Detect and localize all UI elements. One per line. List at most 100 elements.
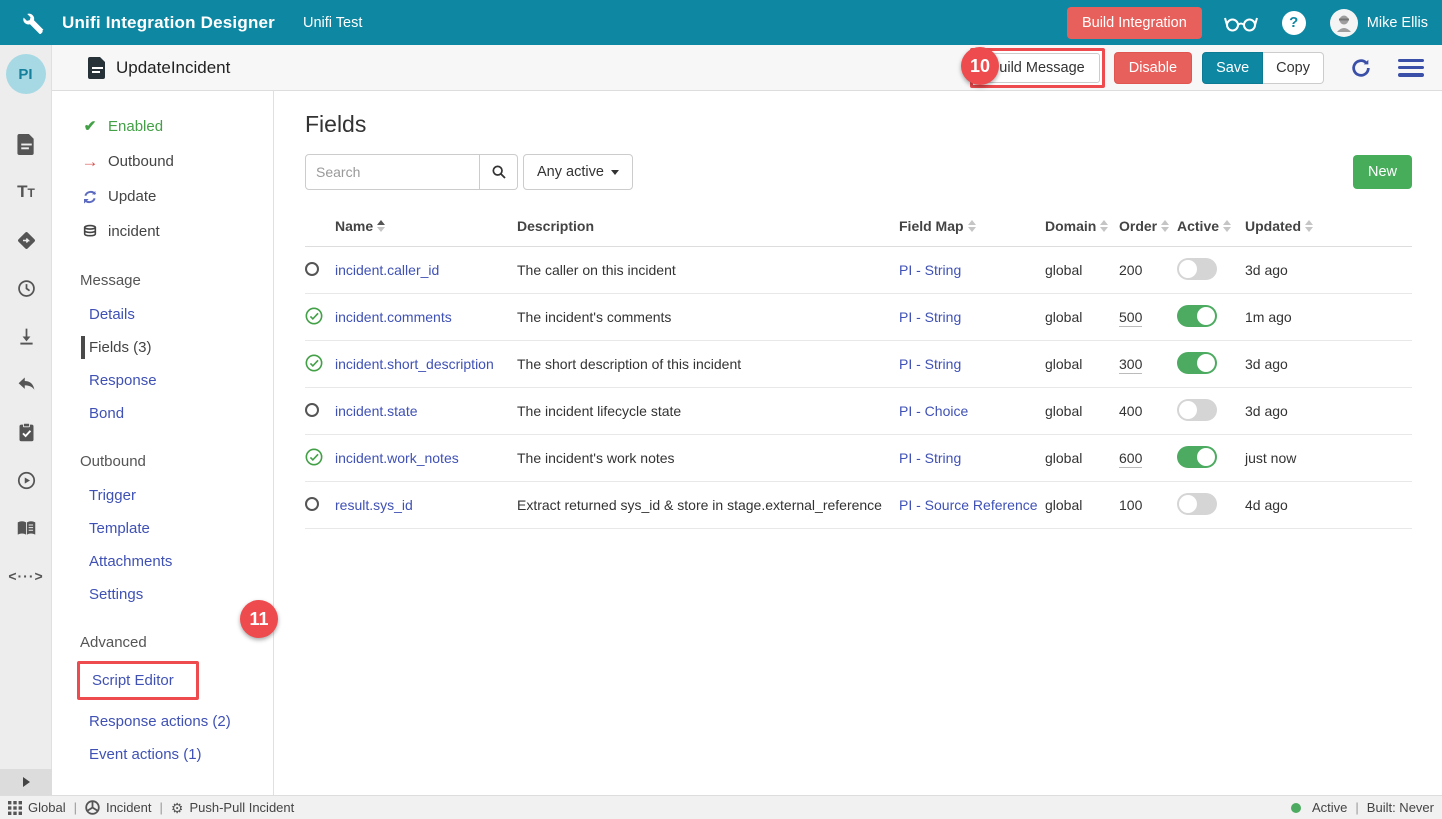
play-circle-icon[interactable] [0, 456, 52, 504]
column-header-description[interactable]: Description [517, 206, 899, 247]
sidebar-item-fields[interactable]: Fields (3) [52, 332, 273, 363]
field-name-link[interactable]: incident.short_description [335, 356, 494, 372]
field-updated: 3d ago [1245, 341, 1412, 388]
active-toggle[interactable] [1177, 399, 1217, 421]
field-order[interactable]: 200 [1119, 262, 1142, 278]
field-description: The incident lifecycle state [517, 388, 899, 435]
sidebar-item-response[interactable]: Response [52, 365, 273, 396]
field-name-link[interactable]: incident.caller_id [335, 262, 439, 278]
column-header-field-map[interactable]: Field Map [899, 206, 1045, 247]
sidebar-item-attachments[interactable]: Attachments [52, 546, 273, 577]
page-title: UpdateIncident [116, 58, 230, 78]
field-updated: 3d ago [1245, 247, 1412, 294]
field-updated: 3d ago [1245, 388, 1412, 435]
field-map-link[interactable]: PI - String [899, 262, 961, 278]
history-clock-icon[interactable] [0, 264, 52, 312]
sidebar-item-event-actions[interactable]: Event actions (1) [52, 739, 273, 770]
field-name-link[interactable]: incident.work_notes [335, 450, 459, 466]
instance-name[interactable]: Unifi Test [303, 15, 362, 31]
sidebar-expand-button[interactable] [0, 769, 52, 795]
refresh-icon[interactable] [1350, 57, 1372, 79]
operation-label: Update [108, 188, 156, 205]
integration-header: UpdateIncident Build Message Disable Sav… [0, 45, 1442, 91]
search-button[interactable] [480, 154, 518, 190]
code-icon[interactable]: <···> [0, 552, 52, 600]
user-name[interactable]: Mike Ellis [1367, 15, 1428, 31]
sidebar-item-script-editor[interactable]: Script Editor [80, 665, 196, 696]
statusbar-process[interactable]: Incident [85, 800, 152, 815]
integration-avatar[interactable]: PI [6, 54, 46, 94]
database-icon [80, 224, 100, 240]
table-row: result.sys_id Extract returned sys_id & … [305, 482, 1412, 529]
field-order[interactable]: 500 [1119, 309, 1142, 327]
field-order[interactable]: 400 [1119, 403, 1142, 419]
column-header-name[interactable]: Name [335, 206, 517, 247]
active-toggle[interactable] [1177, 493, 1217, 515]
active-filter-dropdown[interactable]: Any active [523, 154, 633, 190]
user-avatar[interactable] [1330, 9, 1358, 37]
field-name-link[interactable]: result.sys_id [335, 497, 413, 513]
field-order[interactable]: 100 [1119, 497, 1142, 513]
field-description: The caller on this incident [517, 247, 899, 294]
field-domain: global [1045, 388, 1119, 435]
statusbar-scope[interactable]: Global [8, 800, 66, 815]
save-button[interactable]: Save [1202, 52, 1263, 84]
reply-icon[interactable] [0, 360, 52, 408]
book-icon[interactable] [0, 504, 52, 552]
table-row: incident.comments The incident's comment… [305, 294, 1412, 341]
table-row: incident.short_description The short des… [305, 341, 1412, 388]
column-header-domain[interactable]: Domain [1045, 206, 1119, 247]
sidebar-item-table: incident [52, 215, 273, 248]
enabled-label: Enabled [108, 118, 163, 135]
build-integration-button[interactable]: Build Integration [1067, 7, 1202, 39]
field-order[interactable]: 300 [1119, 356, 1142, 374]
sidebar-item-bond[interactable]: Bond [52, 398, 273, 429]
unchecked-circle-icon [305, 403, 319, 417]
grid-icon [8, 801, 22, 815]
field-name-link[interactable]: incident.state [335, 403, 418, 419]
active-toggle[interactable] [1177, 258, 1217, 280]
document-icon[interactable] [0, 120, 52, 168]
clipboard-check-icon[interactable] [0, 408, 52, 456]
column-header-updated[interactable]: Updated [1245, 206, 1412, 247]
field-map-link[interactable]: PI - Source Reference [899, 497, 1038, 513]
sidebar-item-response-actions[interactable]: Response actions (2) [52, 706, 273, 737]
statusbar-integration[interactable]: ⚙ Push-Pull Incident [171, 800, 294, 815]
sidebar-item-direction: → Outbound [52, 145, 273, 178]
sidebar-item-details[interactable]: Details [52, 299, 273, 330]
active-toggle[interactable] [1177, 446, 1217, 468]
main-content: Fields Any active New Name Description [274, 91, 1442, 795]
field-description: The incident's comments [517, 294, 899, 341]
help-icon[interactable]: ? [1282, 11, 1306, 35]
copy-button[interactable]: Copy [1263, 52, 1324, 84]
text-format-icon[interactable]: TT [0, 168, 52, 216]
glasses-icon[interactable] [1224, 12, 1258, 34]
disable-button[interactable]: Disable [1114, 52, 1192, 84]
column-header-order[interactable]: Order [1119, 206, 1177, 247]
field-map-link[interactable]: PI - String [899, 356, 961, 372]
annotation-badge-11: 11 [240, 600, 278, 638]
sidebar-item-template[interactable]: Template [52, 513, 273, 544]
sidebar-item-settings[interactable]: Settings [52, 579, 273, 610]
field-map-link[interactable]: PI - Choice [899, 403, 968, 419]
field-map-link[interactable]: PI - String [899, 450, 961, 466]
column-header-active[interactable]: Active [1177, 206, 1245, 247]
download-icon[interactable] [0, 312, 52, 360]
menu-icon[interactable] [1398, 59, 1424, 77]
app-circle-icon [85, 800, 100, 815]
search-input[interactable] [305, 154, 480, 190]
top-navbar: Unifi Integration Designer Unifi Test Bu… [0, 0, 1442, 45]
search-icon [491, 164, 507, 180]
checked-circle-icon [305, 354, 323, 372]
field-name-link[interactable]: incident.comments [335, 309, 452, 325]
new-field-button[interactable]: New [1353, 155, 1412, 189]
send-diamond-icon[interactable] [0, 216, 52, 264]
active-toggle[interactable] [1177, 305, 1217, 327]
section-title: Advanced [52, 628, 273, 657]
sidebar-item-trigger[interactable]: Trigger [52, 480, 273, 511]
active-toggle[interactable] [1177, 352, 1217, 374]
unchecked-circle-icon [305, 497, 319, 511]
field-map-link[interactable]: PI - String [899, 309, 961, 325]
sidebar-nav: ✔ Enabled → Outbound Update incident Mes… [52, 91, 274, 795]
field-order[interactable]: 600 [1119, 450, 1142, 468]
